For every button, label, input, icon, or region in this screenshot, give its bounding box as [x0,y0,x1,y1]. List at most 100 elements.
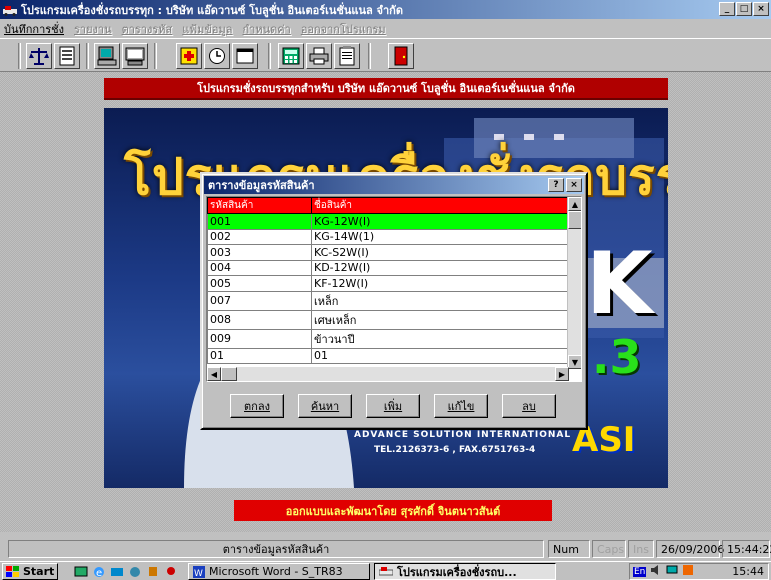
document-icon[interactable] [54,43,80,69]
product-code-cell[interactable]: 003 [207,244,312,261]
product-name-cell[interactable]: KD-12W(I) [311,259,569,276]
ok-button[interactable]: ตกลง [230,394,284,418]
product-name-cell[interactable]: 01 [311,347,569,364]
table-row[interactable]: 001 KG-12W(I) [207,213,569,230]
company-name: ADVANCE SOLUTION INTERNATIONAL [354,430,572,440]
minimize-button[interactable]: _ [719,2,735,16]
horizontal-scroll-thumb[interactable] [221,367,237,381]
product-name-cell[interactable]: KF-12W(I) [311,275,569,292]
notepad-icon[interactable] [334,43,360,69]
horizontal-scrollbar[interactable]: ◀ ▶ [207,367,569,381]
word-icon: W [193,565,205,578]
add-button[interactable]: เพิ่ม [366,394,420,418]
menu-bar: บันทึกการชั่ง รายงาน ตารางรหัส แฟ้มข้อมู… [0,19,771,38]
status-date: 26/09/2006 [656,540,724,558]
delete-button[interactable]: ลบ [502,394,556,418]
window-title: โปรแกรมเครื่องชั่งรถบรรทุก : บริษัท แอ๊ด… [21,3,403,17]
table-row[interactable]: 01 01 [207,347,569,364]
dialog-title-bar[interactable]: ตารางข้อมูลรหัสสินค้า ? × [204,176,584,194]
clock-icon[interactable] [204,43,230,69]
product-code-cell[interactable]: 009 [207,328,312,349]
printer-icon[interactable] [306,43,332,69]
product-name-cell[interactable]: KG-12W(I) [311,213,569,230]
windows-logo-icon [6,565,19,577]
vertical-scrollbar[interactable]: ▲ ▼ [567,197,581,369]
table-row[interactable]: 002 KG-14W(1) [207,228,569,245]
dialog-title: ตารางข้อมูลรหัสสินค้า [208,179,315,192]
add-icon[interactable] [176,43,202,69]
computer-icon[interactable] [94,43,120,69]
product-name-cell[interactable]: KG-14W(1) [311,228,569,245]
company-contact: TEL.2126373-6 , FAX.6751763-4 [374,445,536,455]
svg-text:W: W [194,569,203,578]
app-icon[interactable] [146,565,160,578]
menu-weigh-record[interactable]: บันทึกการชั่ง [4,20,64,38]
program-banner: โปรแกรมชั่งรถบรรทุกสำหรับ บริษัท แอ๊ดวาน… [104,78,668,100]
scroll-right-button[interactable]: ▶ [555,367,569,381]
product-code-grid[interactable]: รหัสสินค้า ชื่อสินค้า 001 KG-12W(I) 002 KG-… [206,196,582,382]
column-header-code[interactable]: รหัสสินค้า [207,197,312,214]
maximize-button[interactable]: □ [736,2,752,16]
scroll-up-button[interactable]: ▲ [568,197,581,211]
terminal-icon[interactable] [122,43,148,69]
menu-code-table[interactable]: ตารางรหัส [122,20,173,38]
table-row[interactable]: 004 KD-12W(I) [207,259,569,276]
task-button-scale-program[interactable]: โปรแกรมเครื่องชั่งรถบ... [374,563,556,580]
media-icon[interactable] [128,565,142,578]
language-indicator[interactable]: En [633,566,647,577]
product-logo: K [586,234,653,334]
close-button[interactable]: × [753,2,769,16]
caps-lock-indicator: Caps [592,540,626,558]
window-title-bar[interactable]: โปรแกรมเครื่องชั่งรถบรรทุก : บริษัท แอ๊ด… [0,0,771,19]
column-header-name[interactable]: ชื่อสินค้า [311,197,569,214]
network-icon[interactable] [666,564,678,579]
product-name-cell[interactable]: ข้าวนาปี [311,328,569,349]
exit-door-icon[interactable] [388,43,414,69]
edit-button[interactable]: แก้ไข [434,394,488,418]
grid-header-row: รหัสสินค้า ชื่อสินค้า [207,197,569,214]
app-tray-icon[interactable] [682,564,694,579]
toolbar-separator [268,43,271,69]
desktop-icon[interactable] [74,565,88,578]
table-row[interactable]: 003 KC-S2W(I) [207,244,569,261]
search-button[interactable]: ค้นหา [298,394,352,418]
menu-exit[interactable]: ออกจากโปรแกรม [301,20,386,38]
dialog-close-button[interactable]: × [566,178,582,192]
product-code-cell[interactable]: 002 [207,228,312,245]
menu-data-file[interactable]: แฟ้มข้อมูล [182,20,232,38]
misc-icon[interactable] [164,565,178,578]
product-code-cell[interactable]: 001 [207,213,312,230]
menu-report[interactable]: รายงาน [74,20,112,38]
outlook-icon[interactable] [110,565,124,578]
scroll-down-button[interactable]: ▼ [568,355,581,369]
product-code-cell[interactable]: 008 [207,309,312,330]
num-lock-indicator: Num [548,540,590,558]
windows-taskbar: Start e W Microsoft Word - S_TR83 โปรแกร… [0,561,771,580]
status-bar: ตารางข้อมูลรหัสสินค้า Num Caps Ins 26/09… [0,538,771,560]
table-row[interactable]: 009 ข้าวนาปี [207,328,569,349]
window-icon[interactable] [232,43,258,69]
product-name-cell[interactable]: เหล็ก [311,290,569,311]
task-button-word[interactable]: W Microsoft Word - S_TR83 [188,563,370,580]
status-time: 15:44:22 [722,540,771,558]
table-row[interactable]: 005 KF-12W(I) [207,275,569,292]
vertical-scroll-thumb[interactable] [568,211,581,229]
product-name-cell[interactable]: เศษเหล็ก [311,309,569,330]
volume-icon[interactable] [650,564,662,579]
menu-settings[interactable]: กำหนดค่า [243,20,291,38]
start-button[interactable]: Start [2,563,58,580]
product-code-cell[interactable]: 01 [207,347,312,364]
product-code-cell[interactable]: 007 [207,290,312,311]
product-code-cell[interactable]: 004 [207,259,312,276]
calculator-icon[interactable] [278,43,304,69]
ie-icon[interactable]: e [92,565,106,579]
help-button[interactable]: ? [548,178,564,192]
toolbar-separator [86,43,89,69]
scale-icon[interactable] [26,43,52,69]
table-row[interactable]: 007 เหล็ก [207,290,569,311]
table-row[interactable]: 008 เศษเหล็ก [207,309,569,330]
product-code-cell[interactable]: 005 [207,275,312,292]
toolbar-separator [368,43,371,69]
scroll-left-button[interactable]: ◀ [207,367,221,381]
product-name-cell[interactable]: KC-S2W(I) [311,244,569,261]
